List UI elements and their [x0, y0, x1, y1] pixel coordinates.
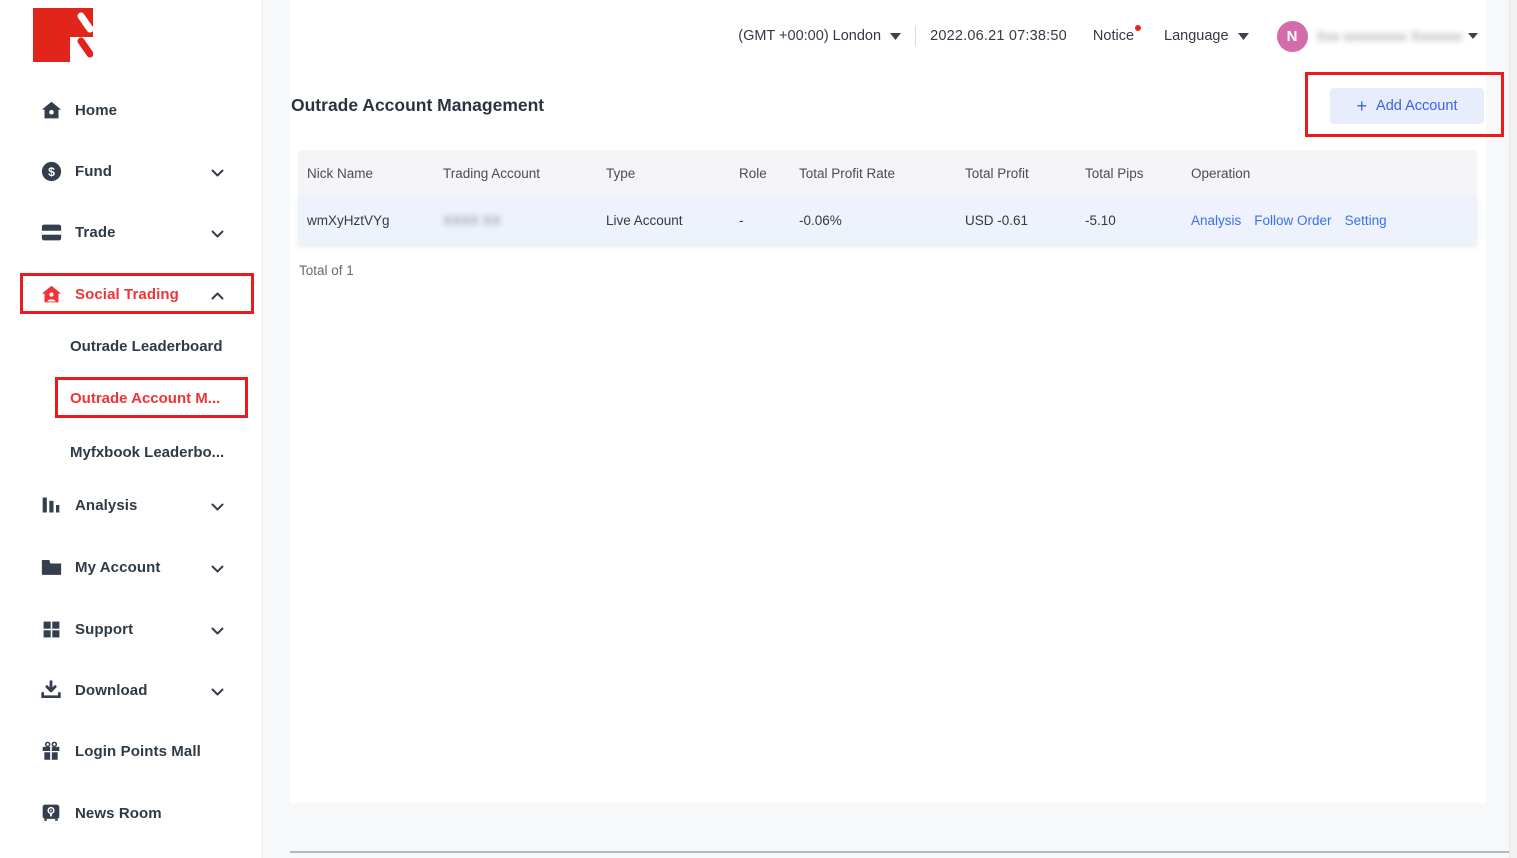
column-header: Type — [606, 166, 739, 181]
server-datetime: 2022.06.21 07:38:50 — [930, 28, 1067, 44]
timezone-label: (GMT +00:00) London — [738, 28, 881, 44]
chevron-down-icon — [211, 684, 224, 702]
sidebar-item-news-room[interactable]: News Room — [0, 793, 263, 833]
sidebar-item-login-points-mall[interactable]: Login Points Mall — [0, 731, 263, 771]
brand-logo[interactable] — [33, 8, 93, 62]
user-menu-caret-icon[interactable] — [1468, 33, 1478, 39]
sidebar-item-label: Fund — [75, 163, 112, 180]
sidebar-item-outrade-leaderboard[interactable]: Outrade Leaderboard — [0, 326, 263, 366]
follow-order-link[interactable]: Follow Order — [1254, 213, 1331, 228]
chevron-down-icon — [211, 499, 224, 517]
page-title: Outrade Account Management — [291, 95, 544, 116]
sidebar-item-trade[interactable]: Trade — [0, 212, 263, 252]
analysis-link[interactable]: Analysis — [1191, 213, 1241, 228]
table-row: wmXyHztVYg XXXX XX Live Account - -0.06%… — [298, 196, 1477, 244]
cell-total-profit: USD -0.61 — [965, 213, 1085, 228]
user-avatar[interactable]: N — [1277, 21, 1308, 52]
sidebar-item-myfxbook-leaderboard[interactable]: Myfxbook Leaderbo... — [0, 432, 263, 472]
sidebar-item-outrade-account-management[interactable]: Outrade Account M... — [0, 378, 263, 418]
svg-text:$: $ — [48, 164, 55, 178]
social-trading-icon — [40, 283, 62, 305]
top-header-bar: (GMT +00:00) London 2022.06.21 07:38:50 … — [600, 0, 1478, 72]
grid-icon — [40, 618, 62, 640]
caret-down-icon — [1238, 33, 1249, 40]
sidebar-item-label: My Account — [75, 559, 160, 576]
column-header: Total Profit — [965, 166, 1085, 181]
accounts-table: Nick Name Trading Account Type Role Tota… — [298, 150, 1477, 244]
sidebar-item-download[interactable]: Download — [0, 670, 263, 710]
notice-label: Notice — [1093, 28, 1134, 44]
sidebar-item-label: Analysis — [75, 497, 138, 514]
sidebar-item-social-trading[interactable]: Social Trading — [0, 274, 263, 314]
cell-total-profit-rate: -0.06% — [799, 213, 965, 228]
header-divider — [915, 26, 916, 46]
main-content-card — [290, 0, 1486, 803]
wallet-icon — [40, 221, 62, 243]
avatar-letter: N — [1287, 28, 1298, 45]
caret-down-icon — [890, 33, 901, 40]
cell-type: Live Account — [606, 213, 739, 228]
dollar-icon: $ — [40, 160, 62, 182]
add-account-label: Add Account — [1376, 98, 1457, 114]
cell-total-pips: -5.10 — [1085, 213, 1191, 228]
chevron-down-icon — [211, 561, 224, 579]
folder-icon — [40, 556, 62, 578]
sidebar: Home $ Fund Trade Social Trading Outrade… — [0, 0, 263, 858]
column-header: Operation — [1191, 166, 1477, 181]
sidebar-item-label: Download — [75, 682, 147, 699]
cell-operations: Analysis Follow Order Setting — [1191, 213, 1477, 228]
username-redacted: Xxx xxxxxxxxx Xxxxxxx — [1317, 28, 1462, 44]
sidebar-item-label: Trade — [75, 224, 116, 241]
column-header: Total Profit Rate — [799, 166, 965, 181]
sidebar-item-label: Support — [75, 621, 133, 638]
cell-role: - — [739, 213, 799, 228]
sidebar-item-label: Login Points Mall — [75, 743, 201, 760]
cell-trading-account: XXXX XX — [443, 213, 606, 228]
chevron-down-icon — [211, 226, 224, 244]
sidebar-item-fund[interactable]: $ Fund — [0, 151, 263, 191]
news-camera-icon — [40, 802, 62, 824]
language-label: Language — [1164, 28, 1229, 44]
column-header: Total Pips — [1085, 166, 1191, 181]
home-icon — [40, 99, 62, 121]
sidebar-item-home[interactable]: Home — [0, 90, 263, 130]
sidebar-item-label: News Room — [75, 805, 162, 822]
vertical-scrollbar[interactable] — [1509, 0, 1517, 858]
chevron-down-icon — [211, 165, 224, 183]
language-selector[interactable]: Language — [1164, 28, 1249, 44]
download-icon — [40, 679, 62, 701]
column-header: Nick Name — [307, 166, 443, 181]
sidebar-item-label: Outrade Leaderboard — [70, 338, 223, 355]
cell-nick-name: wmXyHztVYg — [307, 213, 443, 228]
bar-chart-icon — [40, 494, 62, 516]
notice-link[interactable]: Notice — [1093, 28, 1134, 44]
timezone-selector[interactable]: (GMT +00:00) London — [738, 28, 901, 44]
chevron-up-icon — [211, 288, 224, 306]
sidebar-item-label: Social Trading — [75, 286, 179, 303]
sidebar-item-support[interactable]: Support — [0, 609, 263, 649]
plus-icon: + — [1357, 97, 1368, 115]
footer-divider — [290, 851, 1509, 853]
sidebar-item-label: Outrade Account M... — [70, 390, 220, 407]
table-header-row: Nick Name Trading Account Type Role Tota… — [298, 150, 1477, 196]
notice-badge-dot — [1135, 25, 1141, 31]
total-count-label: Total of 1 — [299, 263, 354, 278]
add-account-button[interactable]: + Add Account — [1330, 88, 1484, 124]
column-header: Role — [739, 166, 799, 181]
setting-link[interactable]: Setting — [1345, 213, 1387, 228]
sidebar-item-label: Myfxbook Leaderbo... — [70, 444, 224, 461]
trading-account-redacted: XXXX XX — [443, 213, 501, 228]
gift-icon — [40, 740, 62, 762]
sidebar-item-analysis[interactable]: Analysis — [0, 485, 263, 525]
chevron-down-icon — [211, 623, 224, 641]
sidebar-item-my-account[interactable]: My Account — [0, 547, 263, 587]
column-header: Trading Account — [443, 166, 606, 181]
sidebar-item-label: Home — [75, 102, 117, 119]
